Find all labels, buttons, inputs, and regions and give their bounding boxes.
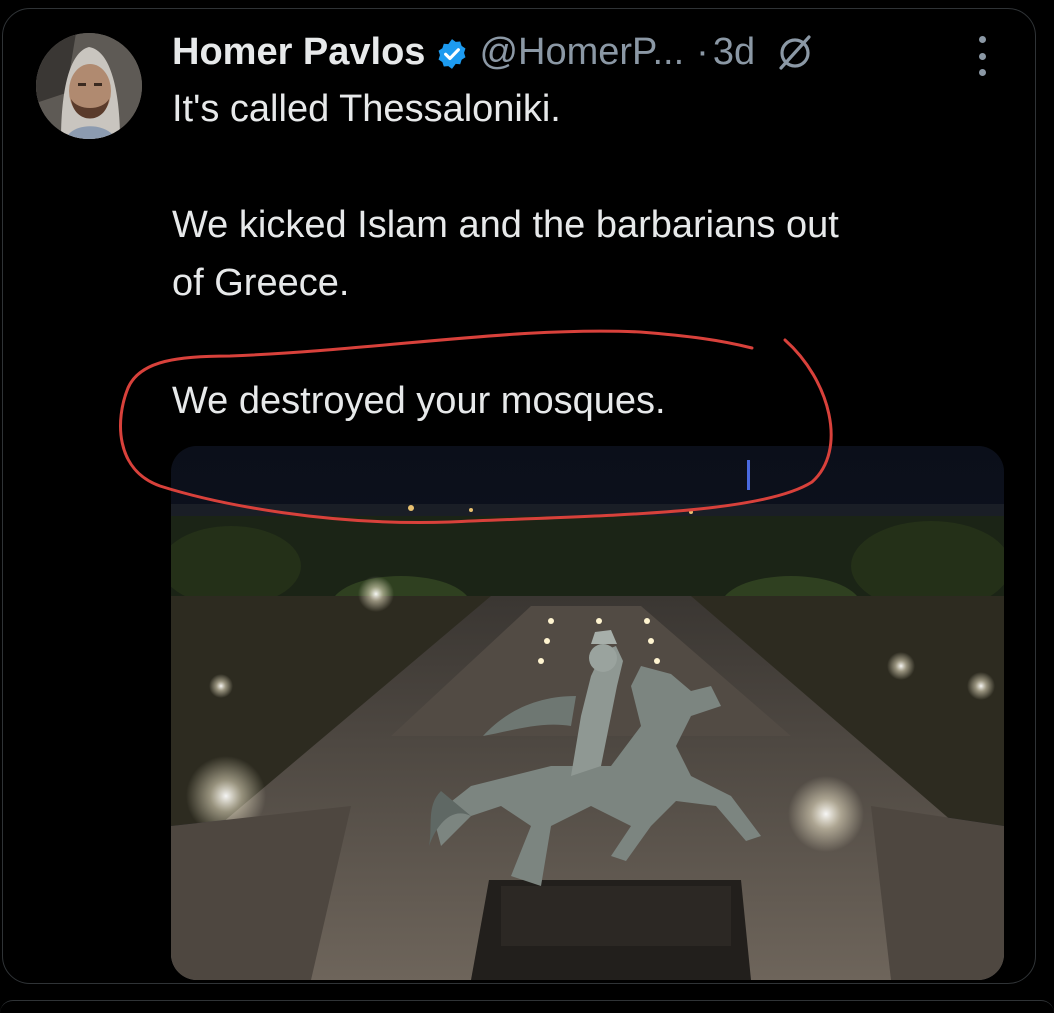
timestamp[interactable]: 3d bbox=[713, 28, 755, 76]
tweet-text-line-1: It's called Thessaloniki. bbox=[172, 88, 561, 130]
verified-badge-icon bbox=[435, 35, 469, 69]
next-tweet-edge bbox=[0, 1000, 1054, 1013]
avatar[interactable] bbox=[36, 33, 142, 139]
avatar-photo bbox=[36, 33, 142, 139]
tweet-text-line-4: We destroyed your mosques. bbox=[172, 380, 666, 422]
tweet-text-line-3: of Greece. bbox=[172, 262, 350, 304]
separator-dot: · bbox=[696, 31, 709, 73]
author-handle[interactable]: @HomerP... bbox=[479, 28, 684, 76]
tweet-text-line-2: We kicked Islam and the barbarians out bbox=[172, 204, 839, 246]
tweet-media-image[interactable] bbox=[171, 446, 1004, 980]
author-name[interactable]: Homer Pavlos bbox=[172, 28, 425, 76]
more-options-icon[interactable] bbox=[970, 36, 994, 76]
grok-icon[interactable] bbox=[775, 32, 815, 72]
tweet-header: Homer Pavlos @HomerP... · 3d bbox=[172, 28, 815, 76]
